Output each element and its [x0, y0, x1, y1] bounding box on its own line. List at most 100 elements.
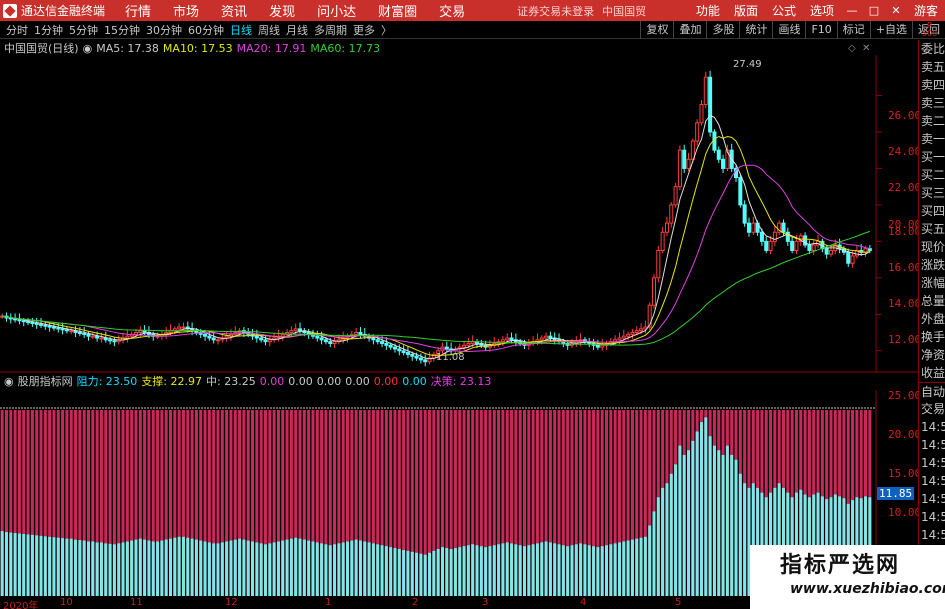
close-icon[interactable]: ✕ [889, 4, 903, 18]
tool-diejia[interactable]: 叠加 [673, 21, 706, 39]
menu-xuanxiang[interactable]: 选项 [810, 2, 834, 19]
period-1min[interactable]: 1分钟 [34, 22, 63, 38]
menu-shichang[interactable]: 市场 [173, 1, 199, 20]
panel-time: 14:56 [921, 528, 945, 542]
tool-duogu[interactable]: 多股 [706, 21, 739, 39]
period-more[interactable]: 更多 [353, 22, 375, 38]
indicator-zhong: 中: 23.25 [206, 375, 256, 388]
tool-huaxian[interactable]: 画线 [772, 21, 805, 39]
tool-tongji[interactable]: 统计 [739, 21, 772, 39]
candle-body [721, 158, 726, 169]
diamond-icon[interactable]: ◇ [848, 43, 856, 54]
period-60min[interactable]: 60分钟 [188, 22, 224, 38]
menu-faxian[interactable]: 发现 [269, 1, 295, 20]
period-monthly[interactable]: 月线 [286, 22, 308, 38]
minimize-icon[interactable]: — [845, 4, 859, 18]
candle-body [651, 277, 657, 306]
candle-body [392, 346, 398, 350]
candle-body [509, 337, 514, 341]
candle-body [828, 249, 834, 255]
menu-hangqing[interactable]: 行情 [125, 1, 151, 20]
panel-time: 14:56 [921, 420, 945, 434]
candle-body [466, 342, 471, 346]
price-tick-14: 14.00 [888, 297, 922, 310]
candle-body [811, 244, 816, 251]
menu-caifuquan[interactable]: 财富圈 [378, 1, 417, 20]
candle-body [280, 333, 285, 337]
candle-body [807, 244, 812, 251]
tool-fuquan[interactable]: 复权 [640, 21, 673, 39]
candle-body [410, 353, 415, 357]
watermark-title: 指标严选网 [780, 553, 901, 578]
period-fenshi[interactable]: 分时 [6, 22, 28, 38]
menu-zixun[interactable]: 资讯 [221, 1, 247, 20]
period-weekly[interactable]: 周线 [258, 22, 280, 38]
candle-body [595, 344, 600, 348]
candle-body [319, 337, 324, 341]
candle-body [539, 337, 544, 341]
panel-outer: 外盘 [921, 312, 945, 326]
ind-tick-20: 20.00 [888, 428, 922, 441]
candle-body [703, 76, 708, 106]
candle-body [26, 321, 31, 324]
candle-body [138, 330, 143, 334]
chart-close-icon[interactable]: ✕ [862, 43, 870, 54]
candlestick-chart[interactable] [0, 55, 918, 373]
candle-body [64, 329, 69, 332]
candle-body [82, 332, 87, 335]
candle-body [315, 335, 320, 339]
panel-buy1: 买一 [921, 150, 945, 164]
tool-biaoji[interactable]: 标记 [836, 21, 870, 39]
period-15min[interactable]: 15分钟 [104, 22, 140, 38]
settings-circle-icon[interactable]: ◉ [83, 42, 93, 55]
user-guest[interactable]: 游客 [914, 2, 938, 19]
period-5min[interactable]: 5分钟 [69, 22, 98, 38]
candle-body [669, 204, 674, 224]
indicator-v1: 0.00 [259, 374, 285, 388]
login-notice[interactable]: 证券交易未登录 [517, 3, 594, 19]
candle-body [358, 332, 363, 335]
menu-banmian[interactable]: 版面 [734, 2, 758, 19]
candle-body [781, 222, 786, 233]
indicator-v3: 0.00 [316, 374, 342, 388]
candle-body [846, 251, 851, 264]
candle-body [548, 335, 553, 339]
chevron-right-icon[interactable]: 〉 [381, 22, 392, 38]
panel-buy4: 买四 [921, 204, 945, 218]
period-daily[interactable]: 日线 [230, 22, 252, 38]
menu-gongneng[interactable]: 功能 [696, 2, 720, 19]
period-toolbar: 分时 1分钟 5分钟 15分钟 30分钟 60分钟 日线 周线 月线 多周期 更… [0, 21, 945, 39]
menu-jiaoyi[interactable]: 交易 [439, 1, 465, 20]
menu-gongshi[interactable]: 公式 [772, 2, 796, 19]
candle-body [673, 186, 678, 206]
candle-body [751, 222, 756, 233]
candle-body [17, 319, 22, 322]
candle-body [99, 337, 104, 340]
menu-wenxiaoda[interactable]: 问小达 [317, 1, 356, 20]
candle-body [716, 149, 721, 160]
candle-body [824, 248, 829, 255]
candle-body [21, 320, 26, 323]
period-30min[interactable]: 30分钟 [146, 22, 182, 38]
panel-sell2: 卖二 [921, 114, 945, 128]
panel-buy3: 买三 [921, 186, 945, 200]
tool-add-watchlist[interactable]: +自选 [869, 21, 912, 39]
panel-auto[interactable]: 自动 [919, 382, 945, 400]
ma60-value: MA60: 17.73 [310, 41, 381, 55]
main-menu: 行情 市场 资讯 发现 问小达 财富圈 交易 [125, 1, 487, 20]
candle-body [414, 355, 419, 359]
time-label: 4 [580, 597, 587, 608]
time-label: 1 [325, 597, 332, 608]
panel-time: 14:56 [921, 474, 945, 488]
panel-time: 14:56 [921, 510, 945, 524]
candle-body [746, 222, 751, 233]
tool-f10[interactable]: F10 [805, 21, 836, 39]
panel-time: 14:56 [921, 456, 945, 470]
candle-body [682, 149, 687, 169]
period-multi[interactable]: 多周期 [314, 22, 347, 38]
candle-body [177, 326, 182, 330]
candle-body [133, 332, 138, 335]
settings-circle-icon[interactable]: ◉ [4, 375, 14, 388]
maximize-icon[interactable]: □ [867, 4, 881, 18]
panel-trade[interactable]: 交易 [919, 400, 945, 418]
